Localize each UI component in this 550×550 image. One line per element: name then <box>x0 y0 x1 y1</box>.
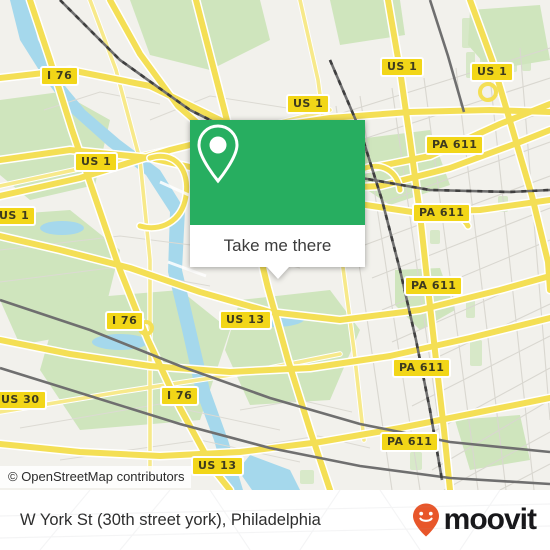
map-pin-icon <box>197 124 239 184</box>
road-shield: US 1 <box>0 206 37 226</box>
road-shield: US 1 <box>286 94 331 114</box>
road-shield: US 1 <box>74 152 119 172</box>
road-shield: PA 611 <box>392 358 452 378</box>
bottom-bar: W York St (30th street york), Philadelph… <box>0 490 550 550</box>
moovit-logo[interactable]: moovit <box>409 502 537 538</box>
moovit-wordmark: moovit <box>443 503 537 536</box>
road-shield: PA 611 <box>412 203 472 223</box>
road-shield: PA 611 <box>425 135 485 155</box>
osm-attribution[interactable]: © OpenStreetMap contributors <box>0 466 191 488</box>
road-shield: US 13 <box>191 456 244 476</box>
take-me-there-button[interactable]: Take me there <box>190 225 365 267</box>
callout-tail <box>266 267 289 279</box>
osm-attribution-text: © OpenStreetMap contributors <box>8 469 185 484</box>
location-title: W York St (30th street york), Philadelph… <box>20 510 321 529</box>
map-canvas[interactable]: I 76 US 1 US 1 US 1 US 1 US 1 PA 611 PA 611 PA 6… <box>0 0 550 490</box>
callout-icon-area <box>190 120 365 225</box>
road-shield: I 76 <box>40 66 80 86</box>
road-shield: PA 611 <box>380 432 440 452</box>
road-shield: US 13 <box>219 310 272 330</box>
road-shield: US 1 <box>470 62 515 82</box>
road-shield: I 76 <box>105 311 145 331</box>
take-me-there-label: Take me there <box>223 236 332 255</box>
road-shield: I 76 <box>160 386 200 406</box>
road-shield: PA 611 <box>404 276 464 296</box>
road-shield: US 30 <box>0 390 47 410</box>
moovit-pin-smiley-icon <box>412 503 439 537</box>
road-shield: US 1 <box>380 57 425 77</box>
take-me-there-callout[interactable]: Take me there <box>190 120 365 279</box>
moovit-map-screenshot: I 76 US 1 US 1 US 1 US 1 US 1 PA 611 PA 611 PA 6… <box>0 0 550 550</box>
